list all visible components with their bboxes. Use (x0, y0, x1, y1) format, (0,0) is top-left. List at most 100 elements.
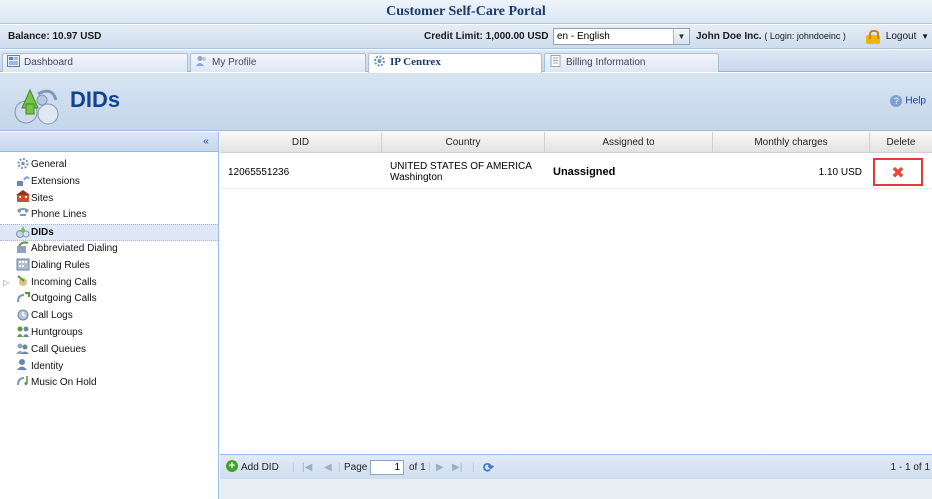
sidebar-nav: General Extensions Sites Phone Lines DID… (0, 152, 218, 392)
toolbar-separator: | (292, 462, 295, 473)
lock-icon (866, 29, 880, 44)
sidebar-item-call-logs[interactable]: Call Logs (0, 308, 218, 325)
general-icon (17, 157, 29, 169)
balance-label: Balance: 10.97 USD (8, 31, 102, 42)
column-header-assigned-to[interactable]: Assigned to (545, 132, 713, 152)
sidebar-item-sites[interactable]: Sites (0, 190, 218, 208)
page-label: Page (344, 462, 368, 473)
grid-footer (220, 479, 932, 499)
column-header-monthly-charges[interactable]: Monthly charges (713, 132, 870, 152)
add-icon: + (226, 460, 238, 473)
column-header-did[interactable]: DID (220, 132, 382, 152)
collapse-icon[interactable]: « (200, 136, 212, 148)
sidebar-item-label: Dialing Rules (31, 259, 90, 271)
prev-page-icon[interactable]: ◀ (324, 455, 332, 480)
language-select-value: en - English (557, 31, 610, 42)
portal-title: Customer Self-Care Portal (0, 0, 932, 24)
incoming-calls-icon (17, 275, 27, 287)
cell-country-name: UNITED STATES OF AMERICA (390, 161, 532, 172)
help-button[interactable]: ? Help (890, 95, 926, 107)
sidebar-item-label: Incoming Calls (31, 276, 97, 288)
sidebar-item-label: Call Logs (31, 310, 73, 322)
abbreviated-dialing-icon (17, 241, 29, 253)
billing-icon (550, 55, 561, 68)
language-select[interactable]: en - English ▼ (553, 28, 690, 45)
chevron-down-icon[interactable]: ▼ (673, 29, 689, 44)
first-page-icon[interactable]: |◀ (302, 455, 312, 480)
table-row[interactable]: 12065551236 UNITED STATES OF AMERICA Was… (220, 156, 932, 189)
help-label: Help (905, 95, 926, 107)
tab-my-profile-label: My Profile (212, 57, 257, 68)
sidebar-item-label: Huntgroups (31, 326, 83, 338)
sidebar-item-label: General (31, 159, 67, 170)
tab-my-profile[interactable]: My Profile (190, 53, 366, 72)
toolbar-separator: | (472, 462, 475, 473)
company-name: John Doe Inc. (696, 31, 762, 42)
sidebar-item-general[interactable]: General (0, 157, 218, 174)
delete-button[interactable]: ✖ (873, 158, 923, 186)
gear-icon (374, 55, 385, 67)
chevron-down-icon[interactable]: ▼ (921, 32, 929, 41)
cell-assigned-to: Unassigned (553, 166, 616, 178)
refresh-icon[interactable]: ⟳ (483, 455, 494, 480)
huntgroups-icon (17, 326, 29, 337)
add-did-label: Add DID (241, 462, 279, 473)
dids-icon (16, 226, 30, 239)
sidebar-item-label: Outgoing Calls (31, 293, 97, 305)
page-header: DIDs ? Help (0, 73, 932, 131)
sidebar-header: « (0, 132, 218, 152)
main-tabbar: Dashboard My Profile IP Centrex Billing … (0, 50, 932, 73)
tab-billing-information[interactable]: Billing Information (544, 53, 719, 72)
sites-icon (16, 190, 30, 203)
sidebar-item-label: Extensions (31, 175, 80, 187)
music-on-hold-icon (17, 376, 28, 386)
page-count-label: of 1 (409, 462, 426, 473)
sidebar-item-abbreviated-dialing[interactable]: Abbreviated Dialing (0, 241, 218, 258)
sidebar-item-label: Music On Hold (31, 377, 97, 389)
sidebar-item-phone-lines[interactable]: Phone Lines (0, 207, 218, 224)
add-did-button[interactable]: + Add DID (226, 455, 279, 480)
credit-limit-label: Credit Limit: 1,000.00 USD (424, 31, 549, 42)
pager-range: 1 - 1 of 1 (890, 462, 930, 473)
last-page-icon[interactable]: ▶| (452, 455, 462, 480)
sidebar-item-identity[interactable]: Identity (0, 359, 218, 376)
next-page-icon[interactable]: ▶ (436, 455, 444, 480)
tab-billing-information-label: Billing Information (566, 57, 646, 68)
sidebar-item-outgoing-calls[interactable]: Outgoing Calls (0, 291, 218, 308)
logout-button[interactable]: Logout ▼ (866, 28, 929, 46)
grid-header: DID Country Assigned to Monthly charges … (220, 132, 932, 153)
tab-ip-centrex[interactable]: IP Centrex (368, 53, 542, 73)
delete-x-icon: ✖ (891, 162, 905, 182)
cell-delete: ✖ (870, 156, 932, 188)
dids-grid: DID Country Assigned to Monthly charges … (220, 132, 932, 499)
phone-lines-icon (17, 208, 29, 217)
tab-ip-centrex-label: IP Centrex (390, 56, 441, 68)
extensions-icon (17, 175, 30, 186)
cell-monthly-charges: 1.10 USD (818, 166, 862, 178)
sidebar-item-dialing-rules[interactable]: Dialing Rules (0, 258, 218, 275)
sidebar-item-label: DIDs (31, 227, 54, 239)
account-info-bar: Balance: 10.97 USD Credit Limit: 1,000.0… (0, 25, 932, 49)
column-header-delete[interactable]: Delete (870, 132, 932, 152)
sidebar-item-incoming-calls[interactable]: ▷ Incoming Calls (0, 275, 218, 292)
sidebar-item-dids[interactable]: DIDs (0, 224, 218, 241)
help-icon: ? (890, 95, 903, 107)
dids-large-icon (14, 88, 59, 125)
sidebar-item-label: Phone Lines (31, 209, 87, 221)
tab-dashboard-label: Dashboard (24, 57, 73, 68)
logout-label: Logout (885, 31, 917, 42)
sidebar: « General Extensions Sites Phone Lines D… (0, 132, 219, 499)
column-header-country[interactable]: Country (382, 132, 545, 152)
sidebar-item-music-on-hold[interactable]: Music On Hold (0, 375, 218, 392)
page-number-input[interactable]: 1 (370, 460, 404, 475)
grid-pager: + Add DID | |◀ ◀ | Page 1 of 1 | ▶ ▶| | ⟳… (220, 454, 932, 479)
page-title: DIDs (70, 87, 121, 112)
sidebar-item-extensions[interactable]: Extensions (0, 174, 218, 191)
cell-did: 12065551236 (228, 166, 290, 178)
sidebar-item-huntgroups[interactable]: Huntgroups (0, 325, 218, 342)
sidebar-item-call-queues[interactable]: Call Queues (0, 342, 218, 359)
toolbar-separator: | (428, 462, 431, 473)
dialing-rules-icon (16, 258, 30, 271)
tab-dashboard[interactable]: Dashboard (2, 53, 188, 72)
expand-icon[interactable]: ▷ (3, 275, 9, 291)
